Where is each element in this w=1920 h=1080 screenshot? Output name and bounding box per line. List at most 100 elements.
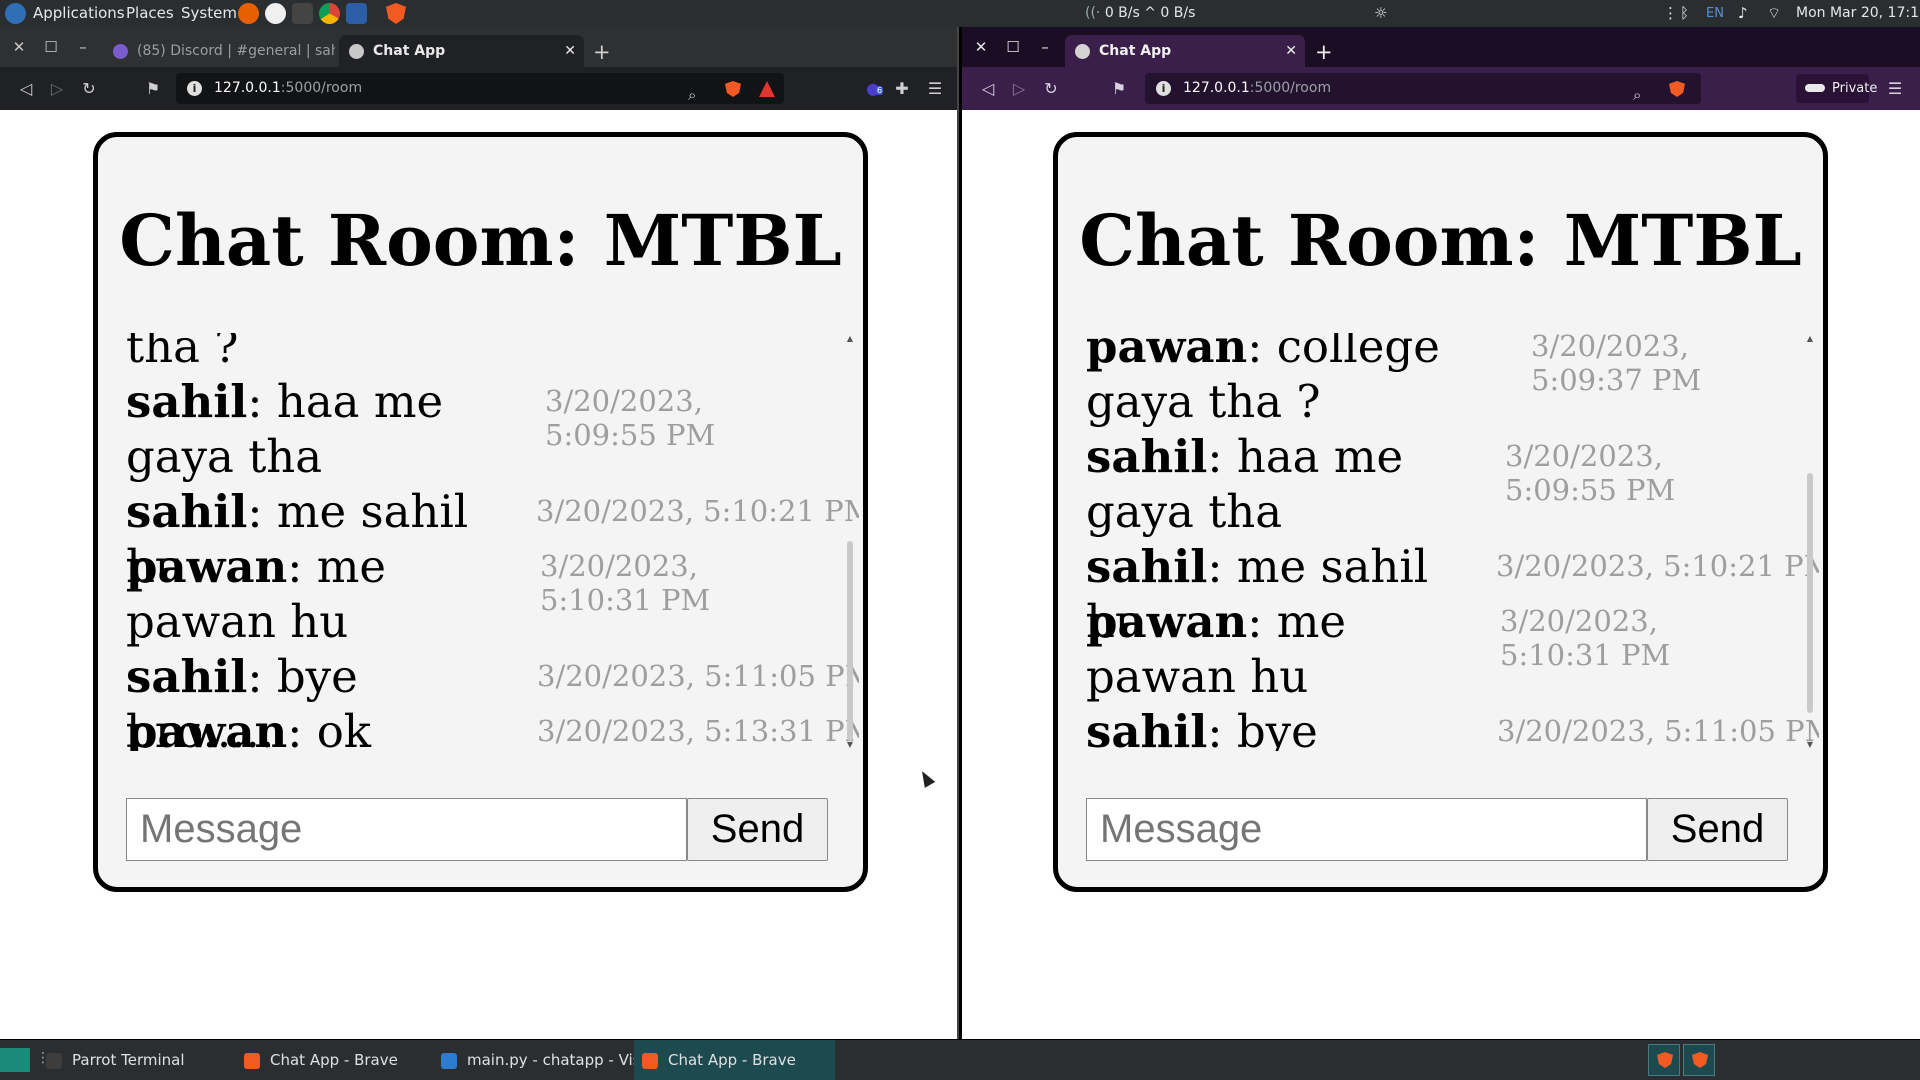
zoom-icon[interactable]: ⌕	[688, 80, 696, 111]
bookmark-icon[interactable]: ⚑	[1108, 78, 1130, 100]
tab-chat-app[interactable]: Chat App ✕	[1065, 35, 1305, 67]
tab-chat-app-label: Chat App	[373, 43, 446, 59]
extension-badge: 6	[876, 86, 884, 95]
reload-icon[interactable]: ↻	[78, 78, 100, 100]
top-panel: Applications Places System ((· 0 B/s ^ 0…	[0, 0, 1920, 27]
minimize-window-icon[interactable]: –	[1034, 36, 1056, 58]
message-timestamp: 3/20/2023, 5:10:21 PM	[536, 494, 859, 528]
message-timestamp: 3/20/2023, 5:10:21 PM	[1496, 549, 1819, 583]
browser-menu-icon[interactable]: ☰	[1884, 78, 1906, 100]
browser-menu-icon[interactable]: ☰	[924, 78, 946, 100]
bluetooth-icon[interactable]: ᛒ	[1680, 0, 1689, 27]
message-text: sahil: haa me gaya tha	[126, 375, 444, 483]
terminal-icon	[46, 1052, 62, 1069]
message-input[interactable]: Message	[126, 798, 687, 861]
applications-menu[interactable]: Applications	[33, 0, 125, 27]
back-icon[interactable]: ◁	[15, 78, 37, 100]
message-scrollbar[interactable]: ▲ ▼	[844, 333, 856, 751]
url-host: 127.0.0.1	[214, 80, 281, 96]
scroll-thumb[interactable]	[847, 541, 853, 741]
bookmark-icon[interactable]: ⚑	[142, 78, 164, 100]
message-item: sahil: me sahil hu 3/20/2023, 5:10:21 PM	[1086, 539, 1819, 648]
back-icon[interactable]: ◁	[977, 78, 999, 100]
chrome-launcher-icon[interactable]	[319, 3, 340, 24]
show-desktop-button[interactable]	[0, 1048, 30, 1072]
message-item: pawan: college gaya tha ? 3/20/2023, 5:0…	[1086, 333, 1819, 429]
workspace-2-icon[interactable]	[1683, 1044, 1715, 1076]
forward-icon[interactable]: ▷	[1008, 78, 1030, 100]
brave-shields-icon[interactable]	[1669, 81, 1685, 97]
forward-icon[interactable]: ▷	[46, 78, 68, 100]
chat-room-title: Chat Room: MTBL	[1079, 199, 1802, 282]
brightness-icon[interactable]: ☼	[1374, 0, 1387, 27]
left-browser-window: ✕ ☐ – (85) Discord | #general | sahil Ch…	[0, 27, 959, 1039]
brave-icon	[642, 1052, 658, 1069]
close-tab-icon[interactable]: ✕	[564, 35, 576, 67]
maximize-window-icon[interactable]: ☐	[40, 36, 62, 58]
terminal-launcher-icon[interactable]	[292, 3, 313, 24]
clock[interactable]: Mon Mar 20, 17:13	[1796, 0, 1920, 27]
scroll-down-icon[interactable]: ▼	[846, 741, 854, 749]
extension-icon[interactable]: ● 6	[862, 78, 884, 100]
wifi-icon[interactable]: ⌔	[1767, 0, 1781, 27]
zoom-icon[interactable]: ⌕	[1633, 80, 1641, 111]
tab-discord[interactable]: (85) Discord | #general | sahil	[103, 35, 335, 67]
menu-dots-icon[interactable]: ⋮	[1663, 0, 1678, 27]
scroll-up-icon[interactable]: ▲	[1806, 335, 1814, 343]
new-tab-button[interactable]: +	[593, 37, 611, 67]
message-list[interactable]: pawan: college gaya tha ? 3/20/2023, 5:0…	[1086, 333, 1819, 751]
info-icon[interactable]: i	[1156, 81, 1171, 96]
message-user: pawan	[1086, 595, 1248, 648]
left-page-content: Chat Room: MTBL tha ? PM sahil: haa me g…	[0, 110, 957, 1039]
scroll-up-icon[interactable]: ▲	[846, 335, 854, 343]
message-list[interactable]: tha ? PM sahil: haa me gaya tha 3/20/202…	[126, 333, 859, 751]
brave-rewards-icon[interactable]	[759, 81, 775, 97]
scroll-thumb[interactable]	[1807, 473, 1813, 713]
tab-chat-app[interactable]: Chat App ✕	[339, 35, 584, 67]
url-path: :5000/room	[1249, 80, 1332, 96]
message-item-partial: tha ? PM	[126, 333, 859, 374]
url-path: :5000/room	[280, 80, 363, 96]
workspace-1-icon[interactable]	[1648, 1044, 1680, 1076]
info-icon[interactable]: i	[187, 81, 202, 96]
minimize-window-icon[interactable]: –	[72, 36, 94, 58]
new-tab-button[interactable]: +	[1315, 37, 1333, 67]
taskbar-item-vscode[interactable]: main.py - chatapp - Vis...	[441, 1040, 655, 1080]
tab-chat-app-label: Chat App	[1099, 43, 1172, 59]
address-bar[interactable]: i 127.0.0.1:5000/room ⌕	[176, 73, 784, 104]
tor-launcher-icon[interactable]	[265, 3, 286, 24]
taskbar-item-chat-brave-private[interactable]: Chat App - Brave	[634, 1040, 835, 1080]
send-button[interactable]: Send	[687, 798, 828, 861]
maximize-window-icon[interactable]: ☐	[1002, 36, 1024, 58]
message-user: sahil	[1086, 430, 1208, 483]
vscode-launcher-icon[interactable]	[346, 3, 367, 24]
places-menu[interactable]: Places	[126, 0, 174, 27]
taskbar-item-terminal[interactable]: Parrot Terminal	[46, 1040, 216, 1080]
tab-discord-label: (85) Discord | #general | sahil	[137, 43, 335, 59]
brave-shields-icon[interactable]	[725, 81, 741, 97]
close-window-icon[interactable]: ✕	[8, 36, 30, 58]
network-speed: ((· 0 B/s ^ 0 B/s	[1085, 5, 1196, 21]
network-icon: ((·	[1085, 5, 1101, 21]
left-tab-bar: ✕ ☐ – (85) Discord | #general | sahil Ch…	[0, 27, 957, 67]
message-input[interactable]: Message	[1086, 798, 1647, 861]
extensions-puzzle-icon[interactable]: ✚	[891, 78, 913, 100]
address-bar[interactable]: i 127.0.0.1:5000/room ⌕	[1145, 73, 1701, 104]
close-window-icon[interactable]: ✕	[970, 36, 992, 58]
mouse-cursor-icon	[916, 768, 936, 788]
chat-card: Chat Room: MTBL pawan: college gaya tha …	[1053, 132, 1828, 892]
system-menu[interactable]: System	[181, 0, 237, 27]
scroll-down-icon[interactable]: ▼	[1806, 741, 1814, 749]
keyboard-layout[interactable]: EN	[1706, 0, 1724, 27]
brave-launcher-icon[interactable]	[386, 3, 406, 24]
message-item: sahil: bye bro..... 3/20/2023, 5:11:05 P…	[126, 649, 859, 751]
taskbar-item-chat-brave[interactable]: Chat App - Brave	[244, 1040, 429, 1080]
reload-icon[interactable]: ↻	[1040, 78, 1062, 100]
globe-favicon-icon	[349, 44, 364, 59]
close-tab-icon[interactable]: ✕	[1285, 35, 1297, 67]
parrot-logo-icon[interactable]	[5, 3, 26, 24]
firefox-launcher-icon[interactable]	[238, 3, 259, 24]
volume-icon[interactable]: ♪	[1738, 0, 1748, 27]
send-button[interactable]: Send	[1647, 798, 1788, 861]
message-scrollbar[interactable]: ▲ ▼	[1804, 333, 1816, 751]
